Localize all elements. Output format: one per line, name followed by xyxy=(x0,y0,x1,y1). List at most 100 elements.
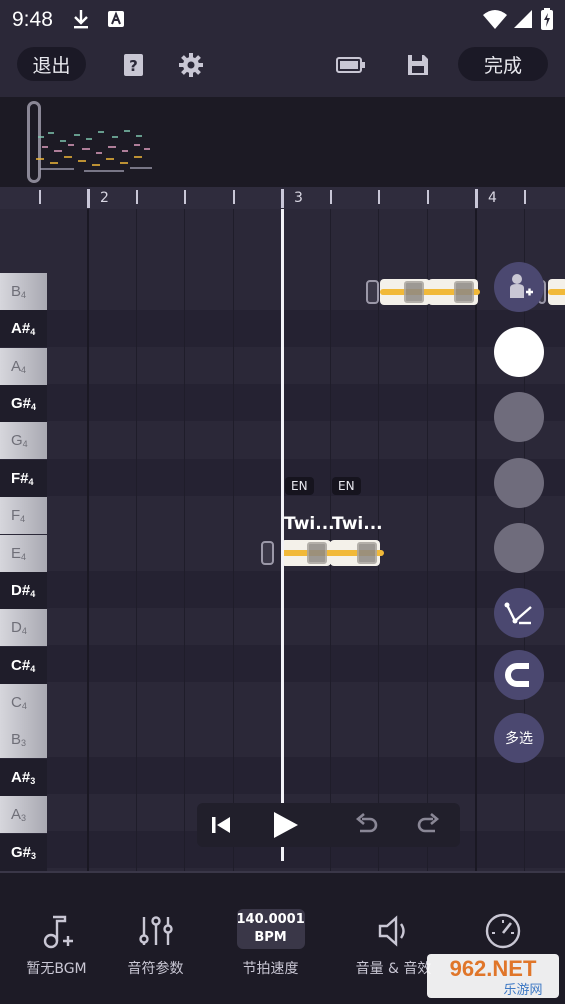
piano-key[interactable]: E4 xyxy=(0,535,47,572)
note-group-e4[interactable] xyxy=(261,540,386,566)
wifi-icon xyxy=(483,10,507,29)
multi-select-button[interactable]: 多选 xyxy=(494,713,544,763)
song-overview[interactable] xyxy=(0,97,565,187)
note-handle[interactable] xyxy=(366,280,379,304)
language-tag[interactable]: EN xyxy=(285,477,314,495)
bpm-value: 140.0001 xyxy=(236,912,305,927)
ruler-tick xyxy=(524,190,526,204)
note-marker[interactable] xyxy=(404,281,424,303)
note-lyric[interactable]: Twi... xyxy=(332,514,383,534)
font-a-icon xyxy=(108,11,124,27)
watermark-text: 962.NET xyxy=(450,956,537,981)
speedometer-icon xyxy=(485,913,520,949)
grid-line xyxy=(184,209,185,871)
done-button[interactable]: 完成 xyxy=(458,47,548,81)
multi-select-label: 多选 xyxy=(505,731,533,747)
piano-key[interactable]: F# 4 xyxy=(0,460,47,497)
note-lyric[interactable]: Twi... xyxy=(284,514,335,534)
grid-row xyxy=(47,645,565,682)
measure-label: 2 xyxy=(100,190,109,206)
piano-key[interactable]: C# 4 xyxy=(0,647,47,684)
add-singer-button[interactable] xyxy=(494,262,544,312)
measure-label: 3 xyxy=(294,190,303,206)
track-color-slot[interactable] xyxy=(494,392,544,442)
language-tag[interactable]: EN xyxy=(332,477,361,495)
save-icon[interactable] xyxy=(405,52,431,78)
speaker-icon xyxy=(378,915,405,947)
ruler-tick-major xyxy=(475,189,478,208)
overview-minimap xyxy=(36,130,152,172)
pitch-curve-icon xyxy=(504,602,532,625)
piano-key[interactable]: D4 xyxy=(0,609,47,646)
piano-key[interactable]: G# 3 xyxy=(0,834,47,871)
timeline-ruler[interactable]: 2 3 4 xyxy=(0,187,565,209)
piano-key[interactable]: B3 xyxy=(0,721,47,758)
tempo-label: 节拍速度 xyxy=(242,961,299,977)
note-handle[interactable] xyxy=(261,541,274,565)
piano-key[interactable]: B4 xyxy=(0,273,47,310)
transport-controls xyxy=(197,803,460,847)
measure-label: 4 xyxy=(488,190,497,206)
redo-icon[interactable] xyxy=(415,811,443,839)
piano-key[interactable]: F4 xyxy=(0,497,47,534)
grid-line xyxy=(233,209,234,871)
track-color-slot[interactable] xyxy=(494,458,544,508)
tempo-button[interactable]: 140.0001 BPM 节拍速度 xyxy=(214,873,327,983)
watermark-subtext: 乐游网 xyxy=(503,983,542,998)
status-time: 9:48 xyxy=(12,8,53,31)
magnet-icon xyxy=(505,663,529,687)
bgm-label: 暂无BGM xyxy=(26,961,87,977)
pitch-line xyxy=(548,289,565,295)
piano-key[interactable]: A4 xyxy=(0,348,47,385)
piano-key[interactable]: G# 4 xyxy=(0,385,47,422)
grid-row xyxy=(47,310,565,347)
ruler-tick xyxy=(330,190,332,204)
music-note-add-icon xyxy=(43,915,73,949)
undo-icon[interactable] xyxy=(352,811,380,839)
battery-mode-icon[interactable] xyxy=(336,52,366,78)
status-bar: 9:48 xyxy=(0,0,565,40)
grid-line xyxy=(427,209,428,871)
piano-key[interactable]: C4 xyxy=(0,684,47,721)
add-person-icon xyxy=(510,274,533,298)
ruler-tick-major xyxy=(87,189,90,208)
watermark-logo: 962.NET 乐游网 xyxy=(427,954,559,998)
signal-icon xyxy=(514,10,532,28)
grid-line xyxy=(136,209,137,871)
ruler-tick xyxy=(184,190,186,204)
ruler-tick xyxy=(427,190,429,204)
piano-key[interactable]: A# 3 xyxy=(0,759,47,796)
playhead[interactable] xyxy=(281,209,284,861)
download-icon xyxy=(74,10,88,29)
play-icon[interactable] xyxy=(269,809,301,841)
note-marker[interactable] xyxy=(307,542,327,564)
note-marker[interactable] xyxy=(454,281,474,303)
bpm-display: 140.0001 BPM xyxy=(236,909,305,949)
battery-icon xyxy=(541,8,553,30)
piano-key[interactable]: G4 xyxy=(0,422,47,459)
help-book-icon[interactable]: ? xyxy=(121,52,147,78)
bgm-button[interactable]: 暂无BGM xyxy=(0,873,113,983)
piano-key[interactable]: D# 4 xyxy=(0,572,47,609)
grid-row xyxy=(47,757,565,794)
top-toolbar: 退出 ? 完成 xyxy=(0,40,565,90)
piano-key[interactable]: A# 4 xyxy=(0,310,47,347)
settings-gear-icon[interactable] xyxy=(178,52,204,78)
exit-button[interactable]: 退出 xyxy=(17,47,86,81)
note-params-label: 音符参数 xyxy=(127,961,184,977)
bpm-unit: BPM xyxy=(254,930,287,945)
track-color-white[interactable] xyxy=(494,327,544,377)
grid-line-bar xyxy=(475,209,477,871)
pitch-curve-button[interactable] xyxy=(494,588,544,638)
sliders-icon xyxy=(138,916,173,945)
skip-to-start-icon[interactable] xyxy=(207,811,235,839)
note-marker[interactable] xyxy=(357,542,377,564)
piano-key[interactable]: A3 xyxy=(0,796,47,833)
svg-text:?: ? xyxy=(129,57,138,75)
snap-magnet-button[interactable] xyxy=(494,650,544,700)
track-color-slot[interactable] xyxy=(494,523,544,573)
note-params-button[interactable]: 音符参数 xyxy=(99,873,212,983)
ruler-tick xyxy=(136,190,138,204)
ruler-tick xyxy=(378,190,380,204)
grid-row xyxy=(47,571,565,608)
